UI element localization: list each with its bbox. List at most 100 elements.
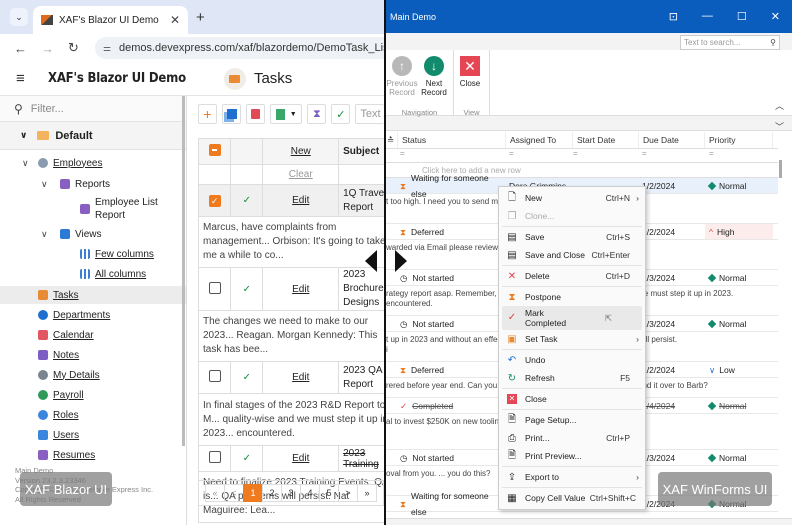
menu-item-set-task[interactable]: ▣ Set Task › [502, 330, 642, 348]
row-checkbox[interactable] [208, 281, 221, 294]
menu-item-delete[interactable]: ✕ Delete Ctrl+D [502, 267, 642, 285]
menu-item-export-to[interactable]: ⇪ Export to › [502, 468, 642, 486]
mark-completed-button[interactable]: ✓ [331, 104, 351, 124]
text-search-input[interactable]: Text [355, 104, 384, 124]
nav-filter-input[interactable]: ⚲ Filter... [0, 96, 186, 122]
description-cell: end it over to Barb? [638, 381, 708, 390]
nav-item-my-details[interactable]: My Details [0, 366, 186, 384]
nav-item-resumes[interactable]: Resumes [0, 446, 186, 464]
edit-link[interactable]: Edit [292, 195, 309, 206]
postpone-button[interactable]: ⧗ [307, 104, 327, 124]
due-date-column-header[interactable]: Due Date [639, 132, 705, 148]
menu-item-refresh[interactable]: ↻ Refresh F5 [502, 369, 642, 387]
close-view-button[interactable]: ✕ Close [454, 52, 486, 113]
table-row[interactable]: ✓ ✓ Edit 1Q Travel Report [197, 184, 385, 217]
page-button-3[interactable]: 3 [281, 484, 301, 502]
url-field[interactable]: ⚌ demos.devexpress.com/xaf/blazordemo/De… [94, 37, 385, 59]
nav-item-all-columns[interactable]: All columns [0, 265, 186, 283]
nav-item-employee-list-report[interactable]: Employee List Report [0, 195, 186, 223]
select-all-checkbox[interactable] [208, 144, 221, 156]
delete-button[interactable] [246, 104, 266, 124]
menu-item-undo[interactable]: ↶ Undo [502, 351, 642, 369]
nav-item-few-columns[interactable]: Few columns [0, 245, 186, 263]
chevron-down-icon[interactable]: ∨ [41, 229, 48, 240]
drag-left-arrow-icon[interactable] [365, 250, 377, 272]
last-page-button[interactable]: » [357, 484, 377, 502]
clear-filter-link[interactable]: Clear [289, 169, 313, 180]
menu-item-postpone[interactable]: ⧗ Postpone [502, 288, 642, 306]
site-settings-icon[interactable]: ⚌ [103, 43, 111, 54]
menu-item-new[interactable]: 🗋 New Ctrl+N › [502, 189, 642, 207]
menu-item-save-and-close[interactable]: ▤ Save and Close Ctrl+Enter [502, 246, 642, 264]
table-row[interactable]: ✓ Edit 2023 QA Report [197, 361, 385, 394]
start-date-column-header[interactable]: Start Date [573, 132, 639, 148]
row-checkbox[interactable]: ✓ [208, 194, 221, 207]
restore-layout-icon[interactable]: ⊡ [669, 10, 678, 23]
nav-item-reports[interactable]: ∨ Reports [0, 175, 186, 193]
nav-item-payroll[interactable]: Payroll [0, 386, 186, 404]
nav-item-calendar[interactable]: Calendar [0, 326, 186, 344]
menu-item-close[interactable]: ✕ Close [502, 390, 642, 408]
nav-group-default[interactable]: ∨ Default [0, 122, 186, 150]
chevron-down-icon[interactable]: ∨ [22, 158, 29, 169]
page-button-5[interactable]: 5 [319, 484, 339, 502]
menu-item-page-setup[interactable]: 🗎 Page Setup... [502, 411, 642, 429]
hamburger-menu-icon[interactable]: ≡ [16, 70, 30, 87]
drag-right-arrow-icon[interactable] [395, 250, 407, 272]
sidebar-scrollbar[interactable] [182, 96, 185, 446]
menu-item-print[interactable]: ⎙ Print... Ctrl+P [502, 429, 642, 447]
maximize-icon[interactable]: ☐ [737, 10, 747, 23]
chevron-down-icon[interactable]: ∨ [41, 179, 48, 190]
nav-item-employees[interactable]: ∨ Employees [0, 154, 186, 172]
nav-item-tasks[interactable]: Tasks [0, 286, 186, 304]
split-divider[interactable] [384, 0, 386, 525]
page-button-1[interactable]: 1 [243, 484, 263, 502]
nav-item-notes[interactable]: Notes [0, 346, 186, 364]
close-window-icon[interactable]: ✕ [771, 10, 780, 23]
forward-arrow-icon[interactable]: → [41, 41, 54, 56]
menu-item-copy-cell-value[interactable]: ▦ Copy Cell Value Ctrl+Shift+C [502, 489, 642, 507]
browser-tab[interactable]: XAF's Blazor UI Demo ✕ [33, 6, 188, 34]
next-page-button[interactable]: > [338, 484, 358, 502]
search-input[interactable]: Text to search... ⚲ [680, 35, 780, 50]
menu-item-print-preview[interactable]: 🗎 Print Preview... [502, 447, 642, 465]
nav-item-users[interactable]: Users [0, 426, 186, 444]
edit-link[interactable]: Edit [292, 453, 309, 464]
new-button[interactable]: + [198, 104, 218, 124]
page-button-4[interactable]: 4 [300, 484, 320, 502]
nav-item-views[interactable]: ∨ Views [0, 225, 186, 243]
priority-column-header[interactable]: Priority [705, 132, 773, 148]
table-row[interactable]: ✓ Edit 2023 Training [197, 445, 385, 472]
back-arrow-icon[interactable]: ← [14, 41, 27, 56]
edit-link[interactable]: Edit [292, 372, 309, 383]
grid-scrollbar[interactable] [779, 160, 782, 178]
prev-page-button[interactable]: < [224, 484, 244, 502]
assigned-column-header[interactable]: Assigned To [506, 132, 573, 148]
row-checkbox[interactable] [208, 370, 221, 382]
status-column-header[interactable]: Status [398, 132, 506, 148]
column-chooser-icon[interactable]: ≛ [386, 132, 398, 148]
tab-list-chevron-icon[interactable]: ⌄ [10, 8, 28, 26]
nav-item-roles[interactable]: Roles [0, 406, 186, 424]
menu-item-save[interactable]: ▤ Save Ctrl+S [502, 228, 642, 246]
nav-item-departments[interactable]: Departments [0, 306, 186, 324]
new-tab-plus-icon[interactable]: + [196, 9, 205, 26]
tab-close-icon[interactable]: ✕ [170, 13, 180, 27]
auto-filter-row[interactable]: = = = = = [386, 149, 778, 163]
collapse-ribbon-chevron-up-icon[interactable]: ︿ [775, 99, 784, 112]
new-row-link[interactable]: New [291, 146, 311, 157]
previous-record-button[interactable]: ↑ Previous Record [386, 52, 418, 113]
subject-column-header[interactable]: Subject [338, 138, 385, 165]
menu-item-mark-completed[interactable]: ✓ Mark Completed ⇱ [502, 306, 642, 330]
row-checkbox[interactable] [208, 451, 221, 463]
minimize-icon[interactable]: — [702, 10, 713, 23]
set-task-dropdown[interactable]: ▼ [270, 104, 303, 124]
next-record-button[interactable]: ↓ Next Record [418, 52, 450, 113]
first-page-button[interactable]: « [205, 484, 225, 502]
menu-item-clone[interactable]: ❐ Clone... [502, 207, 642, 225]
table-row[interactable]: ✓ Edit 2023 Brochure Designs [197, 267, 385, 311]
edit-link[interactable]: Edit [292, 284, 309, 295]
clone-button[interactable] [222, 104, 242, 124]
reload-icon[interactable]: ↻ [68, 40, 79, 56]
page-button-2[interactable]: 2 [262, 484, 282, 502]
